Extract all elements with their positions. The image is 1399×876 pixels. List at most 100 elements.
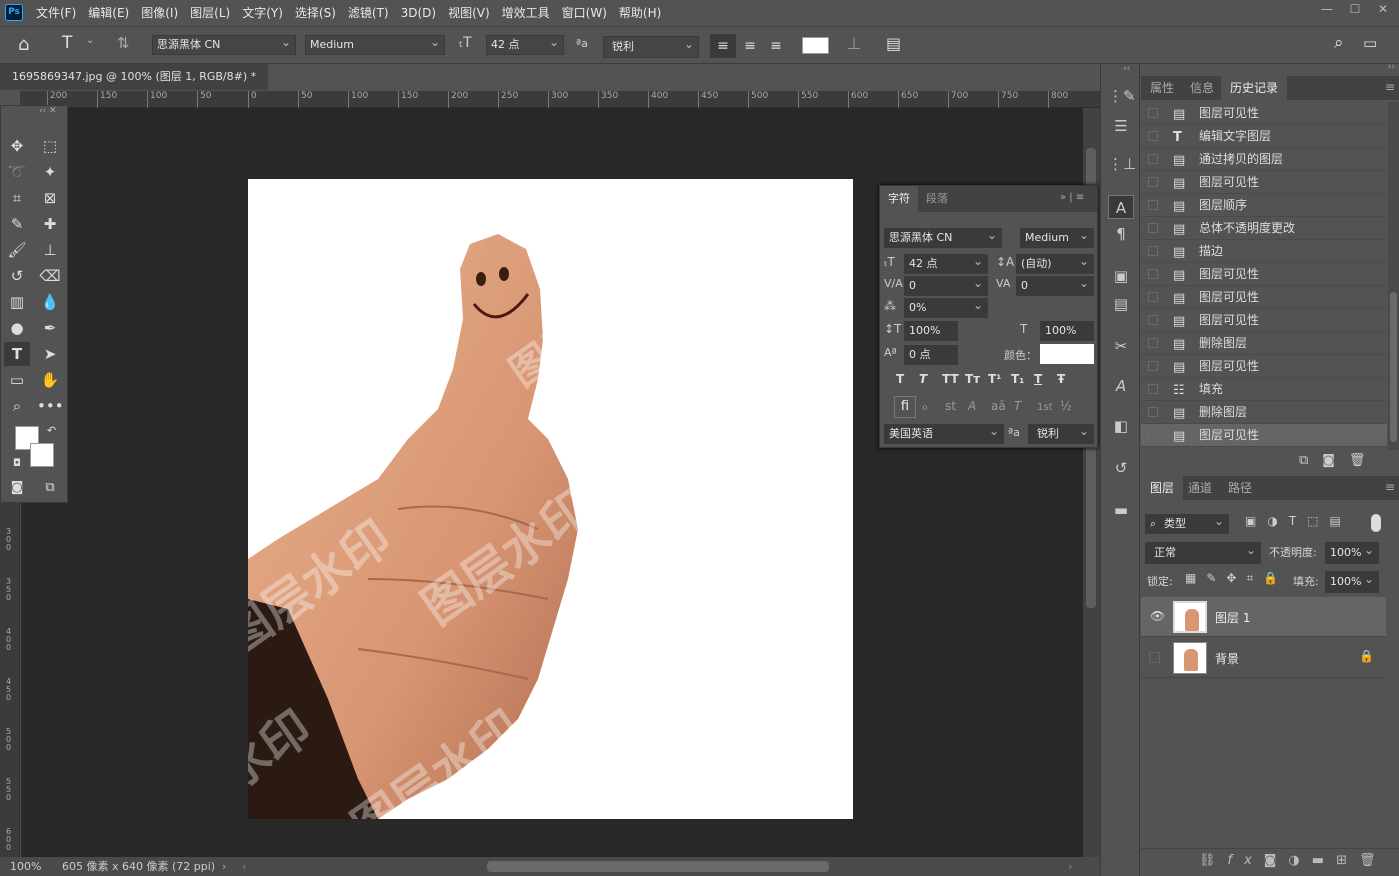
warp-text-icon[interactable]: ⊥	[847, 34, 861, 53]
layer-filter-select[interactable]: ⌕ 类型	[1145, 512, 1229, 534]
filter-toggle[interactable]	[1371, 514, 1381, 532]
quick-mask-icon[interactable]: ◙	[4, 476, 30, 500]
menu-edit[interactable]: 编辑(E)	[82, 0, 135, 26]
healing-brush-tool-icon[interactable]: ✚	[37, 212, 63, 236]
menu-plugins[interactable]: 增效工具	[496, 0, 556, 26]
text-color-swatch[interactable]	[802, 37, 829, 54]
scroll-left-icon[interactable]: ‹	[242, 857, 246, 876]
cp-font-style-select[interactable]: Medium	[1020, 226, 1094, 248]
stamp-tool-icon[interactable]: ⊥	[37, 238, 63, 262]
menu-file[interactable]: 文件(F)	[30, 0, 82, 26]
maximize-button[interactable]: ☐	[1341, 2, 1369, 16]
adjustments-icon[interactable]: ☰	[1108, 114, 1134, 138]
panels-toggle-icon[interactable]: ▤	[886, 34, 901, 53]
tab-layers[interactable]: 图层	[1141, 476, 1184, 500]
history-item[interactable]: ▤ 通过拷贝的图层	[1141, 148, 1387, 171]
move-tool-icon[interactable]: ✥	[4, 134, 30, 158]
actions-icon[interactable]: ▬	[1108, 498, 1134, 522]
document-info[interactable]: 605 像素 x 640 像素 (72 ppi)	[62, 857, 215, 876]
menu-view[interactable]: 视图(V)	[442, 0, 496, 26]
eye-icon[interactable]: 👁	[1150, 609, 1165, 623]
history-item[interactable]: ☷ 填充	[1141, 378, 1387, 401]
discretionary-ligature-button[interactable]: ℴ	[922, 399, 945, 413]
frame-tool-icon[interactable]: ⊠	[37, 186, 63, 210]
menu-filter[interactable]: 滤镜(T)	[342, 0, 395, 26]
history-item[interactable]: T 编辑文字图层	[1141, 125, 1387, 148]
collapse-icon[interactable]: ‹‹	[1123, 64, 1130, 74]
history-item[interactable]: ▤ 删除图层	[1141, 401, 1387, 424]
tab-history[interactable]: 历史记录	[1221, 76, 1288, 100]
strikethrough-button[interactable]: Ŧ	[1057, 372, 1080, 386]
font-size-select[interactable]: 42 点	[486, 33, 564, 55]
blur-tool-icon[interactable]: 💧	[37, 290, 63, 314]
history-item[interactable]: ▤ 图层可见性	[1141, 355, 1387, 378]
photoshop-logo-icon[interactable]: Ps	[5, 4, 23, 21]
brush-settings-icon[interactable]: ⋮✎	[1108, 84, 1136, 108]
document-canvas[interactable]: 图层水印 图层水印 图层水印 图层水印 图层水印	[248, 179, 853, 819]
history-item[interactable]: ▤ 图层可见性	[1141, 263, 1387, 286]
type-tool-icon[interactable]: T	[4, 342, 30, 366]
history-scrollbar[interactable]	[1388, 102, 1399, 450]
cp-tracking-select[interactable]: 0	[1016, 274, 1094, 296]
lock-icon[interactable]: 🔒	[1359, 649, 1374, 663]
pen-tool-icon[interactable]: ✒	[37, 316, 63, 340]
character-panel-icon[interactable]: A	[1108, 195, 1134, 219]
menu-image[interactable]: 图像(I)	[135, 0, 184, 26]
tab-character[interactable]: 字符	[880, 186, 918, 212]
st-ligature-button[interactable]: st	[945, 399, 968, 413]
chevron-right-icon[interactable]: ›	[222, 857, 226, 876]
lock-artboard-icon[interactable]: ⌗	[1246, 571, 1263, 585]
crop-tool-icon[interactable]: ⌗	[4, 186, 30, 210]
menu-help[interactable]: 帮助(H)	[613, 0, 667, 26]
menu-3d[interactable]: 3D(D)	[395, 0, 442, 26]
menu-layer[interactable]: 图层(L)	[184, 0, 236, 26]
tab-info[interactable]: 信息	[1181, 76, 1223, 100]
glyphs-icon[interactable]: ▣	[1108, 264, 1134, 288]
menu-type[interactable]: 文字(Y)	[236, 0, 289, 26]
menu-select[interactable]: 选择(S)	[289, 0, 342, 26]
history-icon[interactable]: ↺	[1108, 456, 1134, 480]
history-item[interactable]: ▤ 总体不透明度更改	[1141, 217, 1387, 240]
align-right-button[interactable]: ≡	[766, 34, 786, 58]
magic-wand-tool-icon[interactable]: ✦	[37, 160, 63, 184]
lock-pixels-icon[interactable]: ✎	[1206, 571, 1226, 585]
eraser-tool-icon[interactable]: ⌫	[37, 264, 63, 288]
lock-all-icon[interactable]: 🔒	[1263, 571, 1288, 585]
panel-menu-icon[interactable]: » | ≡	[1060, 192, 1084, 203]
search-icon[interactable]: ⌕	[1334, 33, 1344, 53]
new-layer-icon[interactable]: ⊞	[1336, 853, 1359, 868]
tab-properties[interactable]: 属性	[1141, 76, 1183, 100]
all-caps-button[interactable]: TT	[942, 372, 965, 386]
adjustment-icon[interactable]: ◑	[1288, 853, 1311, 868]
filter-smart-icon[interactable]: ▤	[1330, 514, 1352, 528]
fx-icon[interactable]: fx	[1228, 853, 1264, 868]
expand-icon[interactable]: ››	[1388, 62, 1395, 72]
clone-source-icon[interactable]: ⋮⊥	[1108, 152, 1136, 176]
lasso-tool-icon[interactable]: ➰	[4, 160, 30, 184]
group-icon[interactable]: ▬	[1312, 853, 1336, 868]
toggle-orientation-icon[interactable]: ⇅	[117, 34, 130, 52]
rectangle-tool-icon[interactable]: ▭	[4, 368, 30, 392]
background-color-swatch[interactable]	[30, 443, 54, 467]
superscript-button[interactable]: T¹	[988, 372, 1011, 386]
tab-channels[interactable]: 通道	[1179, 476, 1221, 500]
antialias-select[interactable]: 锐利	[603, 34, 699, 58]
history-item[interactable]: ▤ 删除图层	[1141, 332, 1387, 355]
stylistic-alternates-button[interactable]: aā	[991, 399, 1014, 413]
hand-tool-icon[interactable]: ✋	[37, 368, 63, 392]
cp-tsume-select[interactable]: 0%	[904, 296, 988, 318]
snapshot-icon[interactable]: ◙	[1322, 453, 1349, 468]
screen-mode-icon[interactable]: ⧉	[37, 476, 63, 500]
new-document-from-state-icon[interactable]: ⧉	[1299, 453, 1322, 468]
font-family-select[interactable]: 思源黑体 CN	[152, 33, 296, 55]
history-item[interactable]: ▤ 描边	[1141, 240, 1387, 263]
scroll-thumb[interactable]	[1390, 292, 1397, 442]
character-styles-icon[interactable]: A	[1108, 374, 1134, 398]
notes-icon[interactable]: ▤	[1108, 292, 1134, 316]
link-icon[interactable]: ⛓	[1199, 853, 1228, 868]
language-select[interactable]: 美国英语	[884, 422, 1004, 444]
tab-paths[interactable]: 路径	[1219, 476, 1261, 500]
panel-menu-icon[interactable]: ≡	[1385, 480, 1395, 494]
cp-leading-select[interactable]: (自动)	[1016, 252, 1094, 274]
trash-icon[interactable]: 🗑	[1349, 453, 1380, 468]
